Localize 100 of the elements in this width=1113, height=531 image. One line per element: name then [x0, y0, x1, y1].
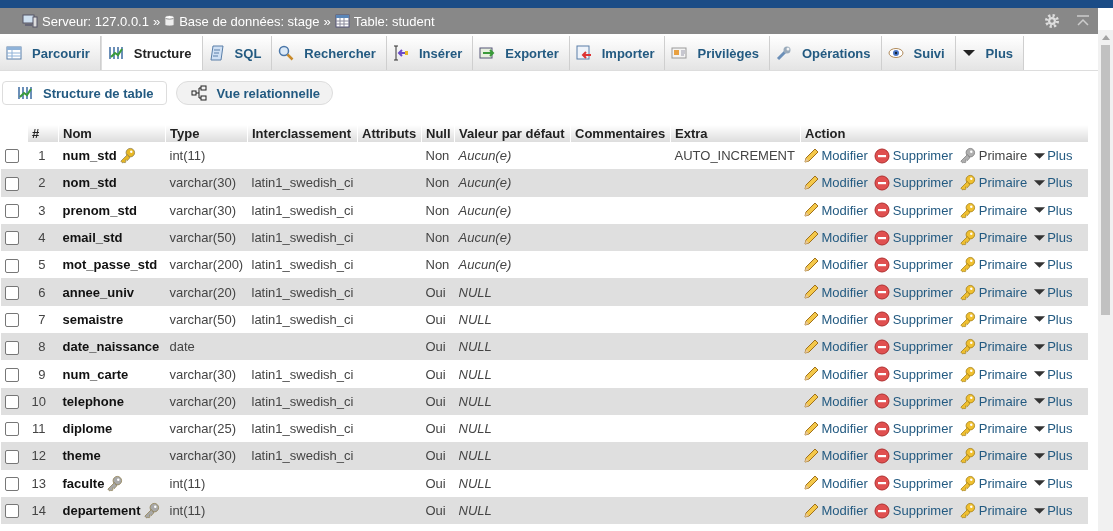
primary-link[interactable]: Primaire — [978, 175, 1028, 191]
row-checkbox[interactable] — [4, 285, 19, 300]
nav-tab[interactable]: Structure — [100, 36, 203, 70]
more-link[interactable]: Plus — [1047, 284, 1073, 300]
delete-link[interactable]: Supprimer — [892, 503, 953, 519]
delete-link[interactable]: Supprimer — [892, 421, 953, 437]
more-link[interactable]: Plus — [1047, 311, 1073, 327]
row-checkbox[interactable] — [4, 204, 19, 218]
primary-link[interactable]: Primaire — [978, 393, 1028, 409]
row-checkbox[interactable] — [4, 231, 19, 246]
more-link[interactable]: Plus — [1047, 339, 1073, 355]
row-checkbox[interactable] — [4, 395, 19, 410]
delete-link[interactable]: Supprimer — [892, 448, 953, 464]
primary-link[interactable]: Primaire — [978, 448, 1028, 464]
more-link[interactable]: Plus — [1047, 475, 1073, 491]
primary-link[interactable]: Primaire — [978, 148, 1028, 164]
nav-tab[interactable]: Suivi — [881, 36, 956, 70]
primary-link[interactable]: Primaire — [978, 230, 1028, 246]
edit-link[interactable]: Modifier — [821, 475, 868, 491]
delete-link[interactable]: Supprimer — [892, 148, 953, 164]
primary-link[interactable]: Primaire — [978, 339, 1028, 355]
primary-link[interactable]: Primaire — [978, 284, 1028, 300]
more-link[interactable]: Plus — [1047, 448, 1073, 464]
view-tab[interactable]: Vue relationnelle — [175, 81, 334, 105]
edit-link[interactable]: Modifier — [821, 257, 868, 273]
row-checkbox[interactable] — [4, 477, 19, 491]
default-cell: NULL — [458, 503, 492, 518]
row-checkbox[interactable] — [4, 313, 19, 328]
delete-link[interactable]: Supprimer — [892, 311, 953, 327]
more-link[interactable]: Plus — [1047, 148, 1073, 164]
edit-link[interactable]: Modifier — [821, 366, 868, 382]
delete-link[interactable]: Supprimer — [892, 202, 953, 218]
edit-link[interactable]: Modifier — [821, 393, 868, 409]
delete-link[interactable]: Supprimer — [892, 475, 953, 491]
breadcrumb-link[interactable]: Table: student — [353, 13, 435, 29]
nav-tab[interactable]: Exporter — [473, 36, 570, 70]
primary-link[interactable]: Primaire — [978, 311, 1028, 327]
delete-link[interactable]: Supprimer — [892, 284, 953, 300]
type-cell: int(11) — [169, 148, 206, 164]
more-link[interactable]: Plus — [1047, 202, 1073, 218]
nav-tab[interactable]: SQL — [202, 36, 273, 70]
row-number: 2 — [27, 169, 59, 197]
more-link[interactable]: Plus — [1047, 393, 1073, 409]
row-checkbox[interactable] — [4, 340, 19, 355]
row-checkbox[interactable] — [4, 258, 19, 273]
delete-icon — [873, 311, 890, 328]
row-checkbox[interactable] — [4, 422, 19, 437]
edit-link[interactable]: Modifier — [821, 230, 868, 246]
nav-tab[interactable]: Insérer — [386, 36, 474, 70]
nav-tab[interactable]: Privilèges — [665, 36, 770, 70]
collation-cell: latin1_swedish_ci — [251, 257, 354, 273]
edit-link[interactable]: Modifier — [821, 148, 868, 164]
row-checkbox[interactable] — [4, 367, 19, 382]
more-link[interactable]: Plus — [1047, 421, 1073, 437]
view-tab[interactable]: Structure de table — [2, 81, 167, 105]
delete-icon — [873, 447, 890, 464]
edit-link[interactable]: Modifier — [821, 311, 868, 327]
edit-link[interactable]: Modifier — [821, 284, 868, 300]
column-header: Interclassement — [247, 125, 358, 142]
type-cell: varchar(25) — [169, 421, 236, 437]
settings-icon[interactable] — [1044, 13, 1060, 29]
delete-link[interactable]: Supprimer — [892, 175, 953, 191]
delete-link[interactable]: Supprimer — [892, 366, 953, 382]
edit-link[interactable]: Modifier — [821, 175, 868, 191]
nav-tab[interactable]: Rechercher — [272, 36, 387, 70]
more-link[interactable]: Plus — [1047, 257, 1073, 273]
primary-link[interactable]: Primaire — [978, 202, 1028, 218]
delete-link[interactable]: Supprimer — [892, 393, 953, 409]
row-checkbox[interactable] — [4, 504, 19, 519]
nav-tab[interactable]: Opérations — [769, 36, 882, 70]
more-link[interactable]: Plus — [1047, 503, 1073, 519]
row-checkbox[interactable] — [4, 149, 19, 164]
primary-link[interactable]: Primaire — [978, 366, 1028, 382]
edit-link[interactable]: Modifier — [821, 448, 868, 464]
primary-link[interactable]: Primaire — [978, 421, 1028, 437]
primary-link[interactable]: Primaire — [978, 475, 1028, 491]
primary-link[interactable]: Primaire — [978, 257, 1028, 273]
more-link[interactable]: Plus — [1047, 230, 1073, 246]
delete-link[interactable]: Supprimer — [892, 230, 953, 246]
column-name: theme — [62, 448, 101, 464]
edit-link[interactable]: Modifier — [821, 339, 868, 355]
row-checkbox[interactable] — [4, 449, 19, 464]
delete-link[interactable]: Supprimer — [892, 257, 953, 273]
row-number: 6 — [27, 278, 59, 306]
edit-link[interactable]: Modifier — [821, 421, 868, 437]
more-link[interactable]: Plus — [1047, 366, 1073, 382]
nav-tab[interactable]: Importer — [569, 36, 666, 70]
breadcrumb-link[interactable]: Serveur: 127.0.0.1 — [42, 13, 149, 29]
nav-tab[interactable]: Plus — [955, 36, 1025, 70]
more-link[interactable]: Plus — [1047, 175, 1073, 191]
caret-icon — [1033, 178, 1047, 187]
primary-link[interactable]: Primaire — [978, 503, 1028, 519]
edit-link[interactable]: Modifier — [821, 202, 868, 218]
nav-tab[interactable]: Parcourir — [0, 36, 101, 70]
null-cell: Oui — [425, 339, 446, 355]
delete-link[interactable]: Supprimer — [892, 339, 953, 355]
edit-link[interactable]: Modifier — [821, 503, 868, 519]
row-checkbox[interactable] — [4, 176, 19, 191]
scrollbar[interactable] — [1098, 30, 1113, 531]
breadcrumb-link[interactable]: Base de données: stage — [179, 13, 320, 29]
